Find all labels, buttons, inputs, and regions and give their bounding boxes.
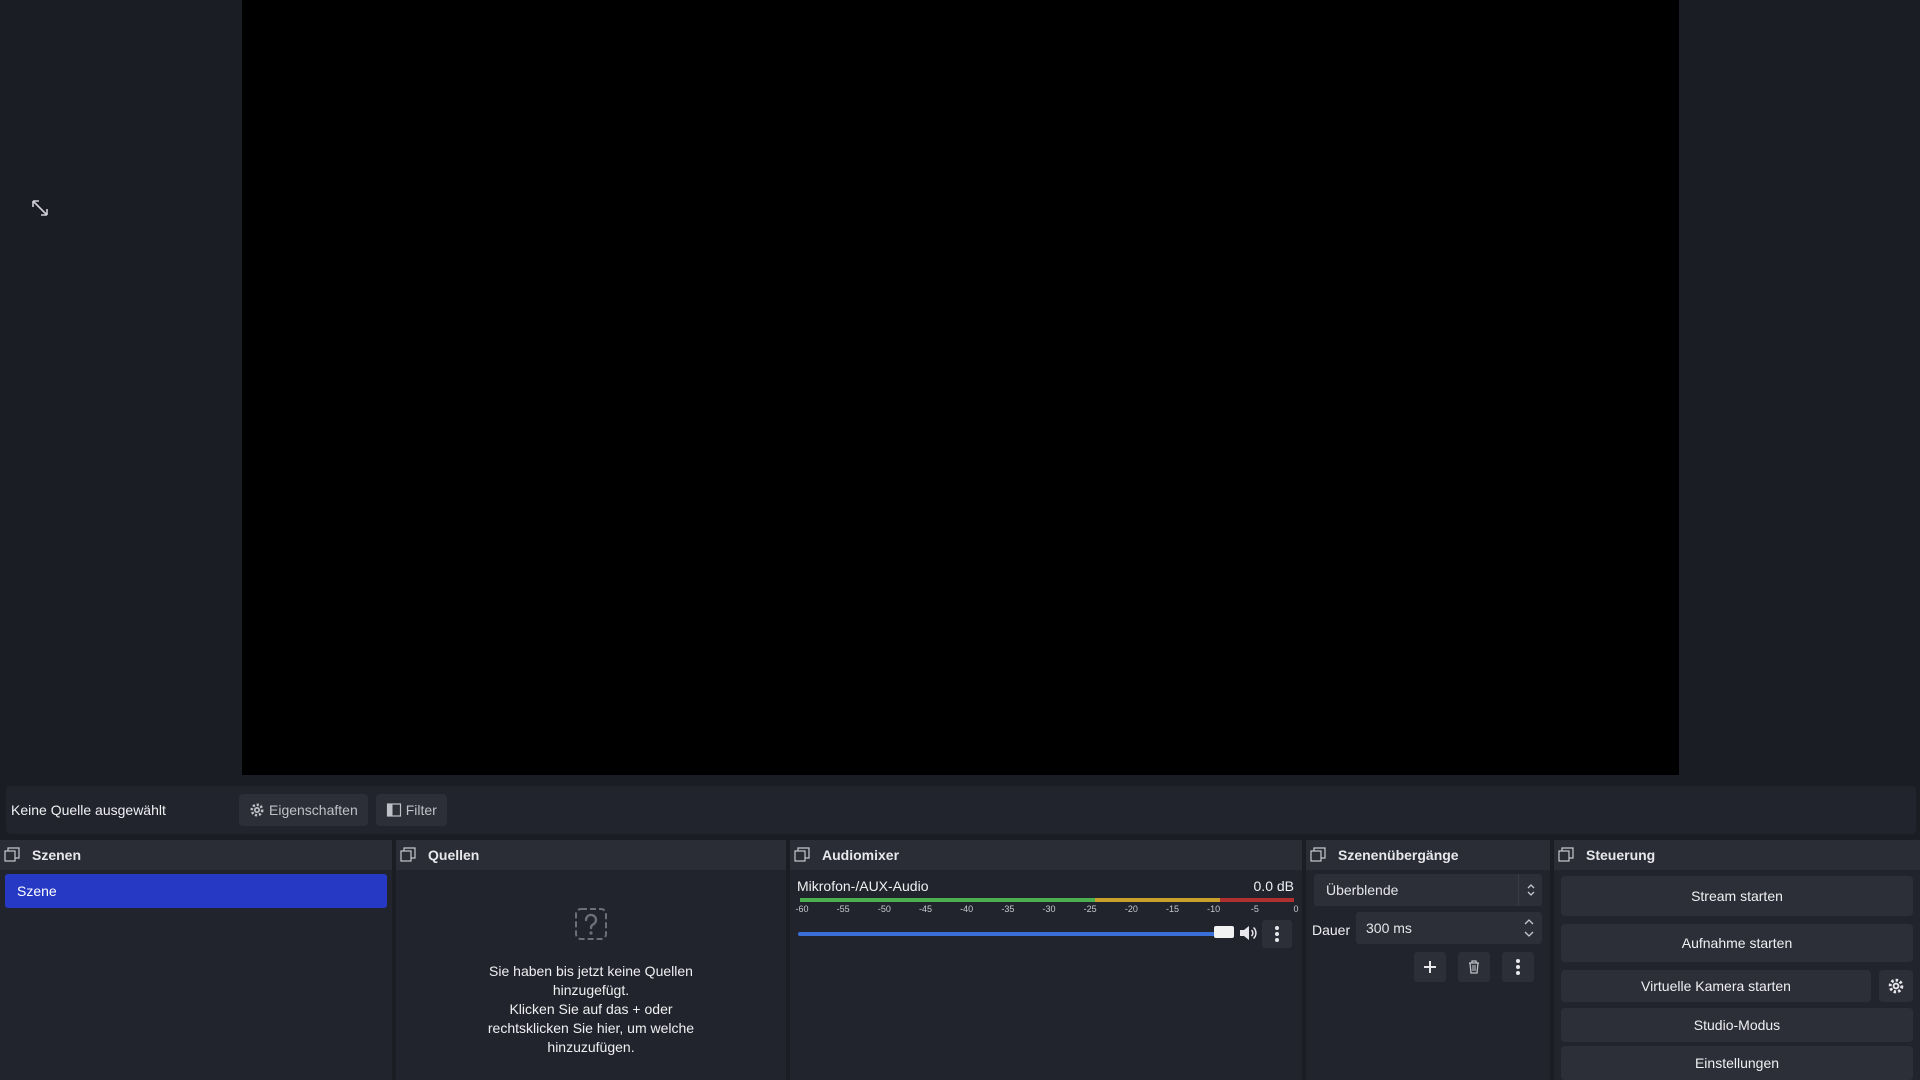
meter-tick-label: -30 <box>1042 904 1056 914</box>
studio-mode-button[interactable]: Studio-Modus <box>1561 1008 1913 1042</box>
expand-icon[interactable] <box>30 198 50 218</box>
transitions-body: Überblende Dauer 300 ms <box>1306 870 1550 1080</box>
dock-float-icon[interactable] <box>400 847 416 863</box>
meter-tick-label: -15 <box>1165 904 1180 914</box>
transitions-dock-title: Szenenübergänge <box>1338 847 1459 863</box>
source-context-bar: Keine Quelle ausgewählt Eigenschaften Fi… <box>6 786 1916 834</box>
transitions-dock-header[interactable]: Szenenübergänge <box>1306 840 1550 870</box>
start-recording-button[interactable]: Aufnahme starten <box>1561 924 1913 962</box>
meter-tick-label: 0 <box>1293 904 1299 914</box>
duration-label: Dauer <box>1312 922 1351 938</box>
scene-item-label: Szene <box>17 883 57 899</box>
mixer-dock-header[interactable]: Audiomixer <box>790 840 1302 870</box>
scene-transitions-dock: Szenenübergänge Überblende Dauer 300 ms <box>1306 840 1550 1080</box>
filter-button[interactable]: Filter <box>375 794 447 826</box>
sources-empty-text: Sie haben bis jetzt keine Quellen hinzug… <box>487 963 695 1055</box>
speaker-icon[interactable] <box>1238 922 1258 944</box>
meter-tick-label: -35 <box>1001 904 1015 914</box>
volume-slider-handle[interactable] <box>1214 926 1234 938</box>
select-arrows-icon <box>1518 874 1542 906</box>
gear-icon <box>250 803 264 817</box>
transition-select[interactable]: Überblende <box>1314 874 1542 906</box>
start-stream-button[interactable]: Stream starten <box>1561 876 1913 916</box>
sources-dock-header[interactable]: Quellen <box>396 840 786 870</box>
meter-tick-label: -5 <box>1250 904 1259 914</box>
no-source-label: Keine Quelle ausgewählt <box>11 802 166 818</box>
meter-tick-label: -10 <box>1207 904 1221 914</box>
meter-tick-label: -45 <box>918 904 933 914</box>
transition-menu-button[interactable] <box>1502 952 1534 982</box>
meter-tick-label: -25 <box>1083 904 1097 914</box>
plus-icon <box>1424 961 1436 973</box>
kebab-menu-icon <box>1516 959 1520 975</box>
scenes-dock-header[interactable]: Szenen <box>0 840 392 870</box>
controls-dock: Steuerung Stream starten Aufnahme starte… <box>1554 840 1920 1080</box>
sources-empty-state: Sie haben bis jetzt keine Quellen hinzug… <box>396 906 786 1057</box>
question-icon <box>575 908 607 940</box>
scenes-dock: Szenen Szene <box>0 840 392 1080</box>
audio-mixer-dock: Audiomixer Mikrofon-/AUX-Audio 0.0 dB -6… <box>790 840 1302 1080</box>
dock-float-icon[interactable] <box>794 847 810 863</box>
meter-tick-label: -50 <box>877 904 891 914</box>
controls-dock-title: Steuerung <box>1586 847 1656 863</box>
kebab-menu-icon <box>1275 926 1279 942</box>
sources-list[interactable]: Sie haben bis jetzt keine Quellen hinzug… <box>396 870 786 1080</box>
controls-body: Stream starten Aufnahme starten Virtuell… <box>1554 870 1920 1080</box>
meter-tick-label: -40 <box>960 904 974 914</box>
dock-float-icon[interactable] <box>1310 847 1326 863</box>
filter-icon <box>386 803 401 817</box>
scenes-dock-title: Szenen <box>32 847 82 863</box>
add-transition-button[interactable] <box>1414 952 1446 982</box>
mixer-dock-title: Audiomixer <box>822 847 900 863</box>
dock-float-icon[interactable] <box>4 847 20 863</box>
properties-label: Eigenschaften <box>269 802 358 818</box>
duration-input[interactable]: 300 ms <box>1356 912 1542 944</box>
virtual-camera-settings-button[interactable] <box>1879 970 1913 1002</box>
duration-value: 300 ms <box>1366 920 1412 936</box>
volume-meter <box>800 898 1294 902</box>
start-virtual-camera-button[interactable]: Virtuelle Kamera starten <box>1561 970 1871 1002</box>
meter-scale: -60 -55 -50 -45 -40 -35 -30 -25 -20 -15 -10 -5 0 <box>795 904 1299 916</box>
meter-tick-label: -60 <box>795 904 809 914</box>
filter-label: Filter <box>405 802 437 818</box>
meter-tick-label: -55 <box>836 904 850 914</box>
meter-tick-label: -20 <box>1124 904 1138 914</box>
trash-icon <box>1469 960 1479 974</box>
mixer-body: Mikrofon-/AUX-Audio 0.0 dB -60 -55 -50 -45-… <box>790 870 1302 1080</box>
scene-list-item[interactable]: Szene <box>5 874 387 908</box>
properties-button[interactable]: Eigenschaften <box>239 794 368 826</box>
mixer-channel-name: Mikrofon-/AUX-Audio <box>797 878 929 894</box>
dock-float-icon[interactable] <box>1558 847 1574 863</box>
volume-slider-track[interactable] <box>798 932 1228 936</box>
mixer-db-value: 0.0 dB <box>1253 878 1294 894</box>
sources-dock-title: Quellen <box>428 847 480 863</box>
remove-transition-button[interactable] <box>1458 952 1490 982</box>
settings-button[interactable]: Einstellungen <box>1561 1046 1913 1080</box>
preview-canvas[interactable] <box>242 0 1679 775</box>
obs-main-window: Keine Quelle ausgewählt Eigenschaften Fi… <box>0 0 1920 1080</box>
gear-icon <box>1888 978 1904 994</box>
sources-dock: Quellen Sie haben bis jetzt keine Quelle… <box>396 840 786 1080</box>
transition-select-value: Überblende <box>1326 882 1399 898</box>
preview-area <box>0 0 1920 780</box>
controls-dock-header[interactable]: Steuerung <box>1554 840 1920 870</box>
spin-arrows-icon[interactable] <box>1522 916 1536 940</box>
mixer-menu-button[interactable] <box>1262 920 1292 948</box>
